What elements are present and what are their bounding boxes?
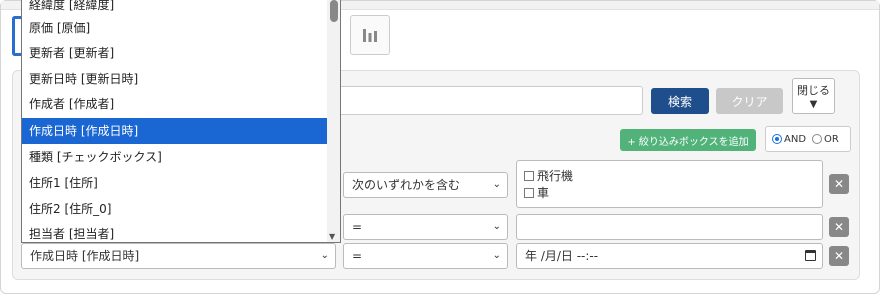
dropdown-option[interactable]: 更新日時 [更新日時] — [22, 66, 327, 92]
scrollbar-thumb[interactable] — [330, 0, 338, 22]
scroll-down-icon[interactable]: ▼ — [329, 232, 335, 241]
dropdown-option[interactable]: 原価 [原価] — [22, 15, 327, 41]
delete-filter-button[interactable]: ✕ — [829, 217, 849, 237]
operator-value: 次のいずれかを含む — [352, 178, 461, 192]
or-label: OR — [824, 133, 839, 145]
checkbox-label: 車 — [537, 186, 550, 200]
close-label: 閉じる — [797, 83, 830, 97]
filter-value-input[interactable] — [516, 214, 823, 240]
checkbox-option[interactable]: 飛行機 — [524, 167, 822, 184]
add-filter-button[interactable]: + 絞り込みボックスを追加 — [620, 129, 756, 151]
clear-button[interactable]: クリア — [716, 88, 783, 114]
delete-filter-button[interactable]: ✕ — [829, 174, 849, 194]
or-radio[interactable] — [812, 134, 823, 144]
logic-toggle: AND OR — [765, 126, 851, 152]
operator-value: = — [352, 249, 363, 263]
calendar-icon[interactable] — [805, 250, 816, 261]
checkbox[interactable] — [524, 170, 534, 181]
search-input[interactable] — [335, 86, 643, 115]
field-value: 作成日時 [作成日時] — [30, 249, 140, 263]
chevron-down-icon: ▼ — [809, 98, 818, 110]
chevron-down-icon: ⌄ — [320, 250, 329, 261]
checkbox-label: 飛行機 — [537, 169, 574, 183]
operator-select-2[interactable]: = ⌄ — [343, 214, 508, 240]
dropdown-option[interactable]: 住所2 [住所_0] — [22, 196, 327, 222]
field-select-3[interactable]: 作成日時 [作成日時] ⌄ — [21, 243, 336, 269]
datetime-value: 年 /月/日 --:-- — [525, 249, 599, 263]
chevron-down-icon: ⌄ — [492, 221, 501, 232]
dropdown-option[interactable]: 作成者 [作成者] — [22, 91, 327, 117]
checkbox-list: 飛行機 車 — [516, 160, 823, 208]
datetime-input[interactable]: 年 /月/日 --:-- — [516, 243, 823, 269]
operator-select-3[interactable]: = ⌄ — [343, 243, 508, 269]
dropdown-option[interactable]: 種類 [チェックボックス] — [22, 144, 327, 170]
bar-chart-icon — [363, 29, 377, 42]
and-label: AND — [784, 133, 807, 145]
chart-view-button[interactable] — [350, 15, 390, 55]
field-dropdown-list[interactable]: 経緯度 [経緯度] 原価 [原価] 更新者 [更新者] 更新日時 [更新日時] … — [21, 0, 341, 243]
close-panel-button[interactable]: 閉じる ▼ — [792, 78, 835, 114]
and-radio[interactable] — [772, 134, 782, 144]
operator-select-1[interactable]: 次のいずれかを含む ⌄ — [343, 172, 508, 198]
chevron-down-icon: ⌄ — [492, 179, 501, 190]
search-button[interactable]: 検索 — [651, 88, 709, 114]
checkbox[interactable] — [524, 187, 534, 198]
dropdown-scrollbar[interactable]: ▼ — [327, 0, 340, 242]
dropdown-option[interactable]: 担当者 [担当者] — [22, 221, 327, 242]
delete-filter-button[interactable]: ✕ — [829, 246, 849, 266]
chevron-down-icon: ⌄ — [492, 250, 501, 261]
dropdown-option[interactable]: 更新者 [更新者] — [22, 40, 327, 66]
dropdown-option-selected[interactable]: 作成日時 [作成日時] — [22, 118, 327, 144]
dropdown-option[interactable]: 住所1 [住所] — [22, 170, 327, 196]
operator-value: = — [352, 220, 363, 234]
checkbox-option[interactable]: 車 — [524, 184, 822, 201]
